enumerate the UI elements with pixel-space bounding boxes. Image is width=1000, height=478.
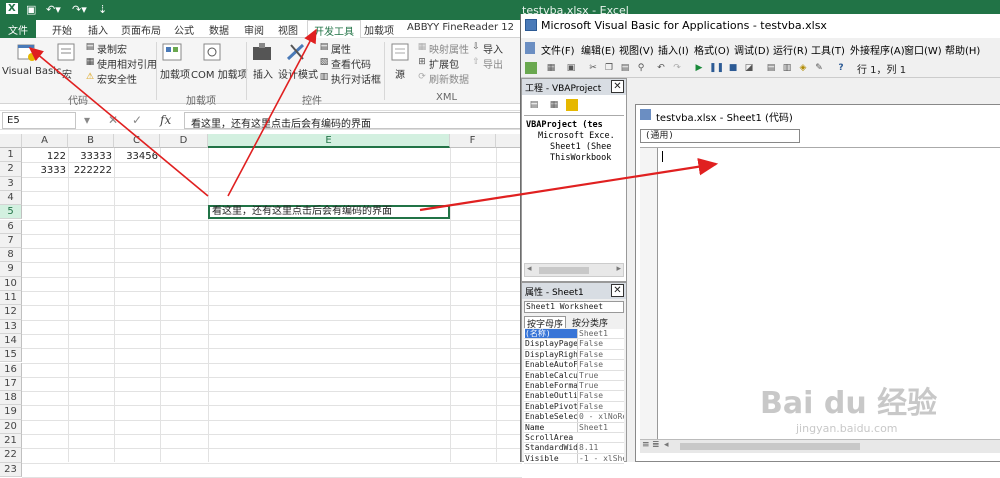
- row-header-23[interactable]: 23: [0, 462, 22, 477]
- row-gridline: [22, 462, 522, 464]
- arrow-to-visual-basic: [28, 46, 209, 197]
- arrow-to-view-code: [227, 28, 317, 197]
- arrow-to-code-window: [419, 158, 719, 212]
- annotation-arrows: [28, 28, 719, 212]
